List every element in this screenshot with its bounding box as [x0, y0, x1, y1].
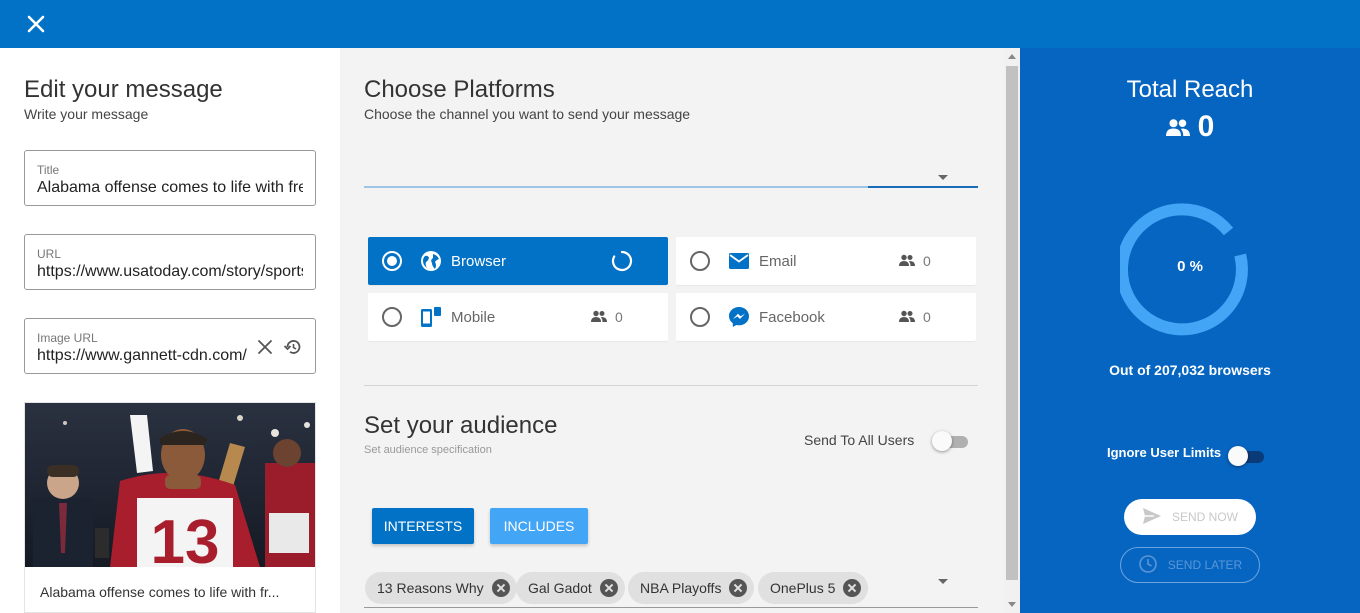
reach-out-of: Out of 207,032 browsers: [1109, 362, 1271, 378]
platform-mobile[interactable]: Mobile 0: [368, 293, 668, 341]
ignore-limits-label: Ignore User Limits: [1107, 445, 1222, 460]
radio-browser[interactable]: [382, 251, 402, 271]
chip-remove-icon[interactable]: [843, 579, 862, 597]
loading-spinner-icon: [611, 250, 633, 272]
ignore-limits-toggle[interactable]: [1228, 446, 1264, 466]
url-field[interactable]: URL https://www.usatoday.com/story/sport…: [24, 234, 316, 290]
audience-chip: NBA Playoffs: [628, 572, 755, 604]
chip-remove-icon[interactable]: [491, 579, 510, 597]
platform-email-count-value: 0: [923, 253, 931, 269]
image-url-field[interactable]: Image URL https://www.gannett-cdn.com/: [24, 318, 316, 374]
url-field-value[interactable]: https://www.usatoday.com/story/sports/nc…: [37, 262, 303, 282]
audience-chip: Gal Gadot: [516, 572, 625, 604]
people-icon: [1165, 110, 1190, 144]
chip-label: OnePlus 5: [770, 580, 836, 596]
url-field-label: URL: [37, 247, 62, 261]
messenger-icon: [728, 306, 750, 328]
platform-email[interactable]: Email 0: [676, 237, 976, 285]
image-url-field-value[interactable]: https://www.gannett-cdn.com/: [37, 346, 249, 366]
edit-message-subtitle: Write your message: [24, 106, 149, 122]
total-reach-value: 0: [1020, 110, 1360, 144]
email-icon: [728, 250, 750, 272]
platforms-panel: Choose Platforms Choose the channel you …: [340, 48, 1004, 613]
scroll-down-arrow-icon[interactable]: [1008, 602, 1016, 607]
message-preview-card: 13 Alabama offense comes to life with fr…: [24, 402, 316, 613]
preview-caption: Alabama offense comes to life with fr...: [40, 584, 280, 600]
radio-facebook[interactable]: [690, 307, 710, 327]
clock-icon: [1138, 554, 1158, 577]
send-all-label: Send To All Users: [804, 432, 915, 448]
send-all-toggle[interactable]: [932, 431, 968, 451]
send-now-button[interactable]: SEND NOW: [1124, 499, 1256, 535]
preview-image: 13: [25, 403, 315, 567]
platform-facebook-count: 0: [899, 309, 931, 325]
scroll-up-arrow-icon[interactable]: [1008, 54, 1016, 59]
chips-underline: [364, 607, 978, 608]
interests-button[interactable]: INTERESTS: [372, 508, 474, 544]
close-icon[interactable]: [24, 12, 48, 36]
globe-icon: [420, 250, 442, 272]
title-field-label: Title: [37, 163, 60, 177]
platform-email-count: 0: [899, 253, 931, 269]
top-bar: [0, 0, 1360, 48]
chevron-down-icon[interactable]: [938, 175, 948, 180]
scrollbar[interactable]: [1004, 48, 1020, 613]
platforms-title: Choose Platforms: [364, 76, 555, 103]
radio-email[interactable]: [690, 251, 710, 271]
platform-browser[interactable]: Browser: [368, 237, 668, 285]
clear-icon[interactable]: [255, 337, 275, 357]
send-later-label: SEND LATER: [1167, 558, 1243, 572]
reach-percent: 0 %: [1177, 258, 1203, 275]
mobile-icon: [420, 306, 442, 328]
platform-mobile-count-value: 0: [615, 309, 623, 325]
chip-label: 13 Reasons Why: [377, 580, 484, 596]
platform-mobile-label: Mobile: [451, 308, 496, 326]
chip-label: NBA Playoffs: [640, 580, 722, 596]
audience-chip: OnePlus 5: [758, 572, 869, 604]
title-field[interactable]: Title Alabama offense comes to life with…: [24, 150, 316, 206]
people-icon: [899, 253, 915, 269]
send-now-label: SEND NOW: [1172, 510, 1238, 524]
radio-mobile[interactable]: [382, 307, 402, 327]
includes-button[interactable]: INCLUDES: [490, 508, 588, 544]
scroll-thumb[interactable]: [1006, 66, 1018, 580]
chevron-down-icon[interactable]: [938, 579, 948, 584]
platforms-subtitle: Choose the channel you want to send your…: [364, 106, 691, 122]
people-icon: [591, 309, 607, 325]
restore-icon[interactable]: [283, 337, 303, 357]
reach-panel: Total Reach 0 0 % Out of 207,032 browser…: [1020, 48, 1360, 613]
section-divider: [364, 385, 978, 386]
platform-facebook-count-value: 0: [923, 309, 931, 325]
svg-text:13: 13: [151, 508, 220, 567]
platform-mobile-count: 0: [591, 309, 623, 325]
platform-select-underline: [364, 186, 978, 188]
platform-browser-label: Browser: [451, 252, 507, 270]
audience-chip: 13 Reasons Why: [365, 572, 517, 604]
platform-facebook[interactable]: Facebook 0: [676, 293, 976, 341]
audience-subtitle: Set audience specification: [364, 444, 492, 456]
platform-facebook-label: Facebook: [759, 308, 825, 326]
total-reach-number: 0: [1197, 110, 1215, 143]
chip-label: Gal Gadot: [528, 580, 592, 596]
edit-message-panel: Edit your message Write your message Tit…: [0, 48, 340, 613]
edit-message-title: Edit your message: [24, 76, 223, 103]
audience-title: Set your audience: [364, 412, 558, 439]
total-reach-title: Total Reach: [1126, 76, 1254, 103]
send-later-button[interactable]: SEND LATER: [1120, 547, 1260, 583]
chip-remove-icon[interactable]: [729, 579, 748, 597]
chip-remove-icon[interactable]: [599, 579, 618, 597]
title-field-value[interactable]: Alabama offense comes to life with fresh…: [37, 178, 303, 198]
platform-email-label: Email: [759, 252, 797, 270]
people-icon: [899, 309, 915, 325]
send-icon: [1142, 507, 1162, 528]
